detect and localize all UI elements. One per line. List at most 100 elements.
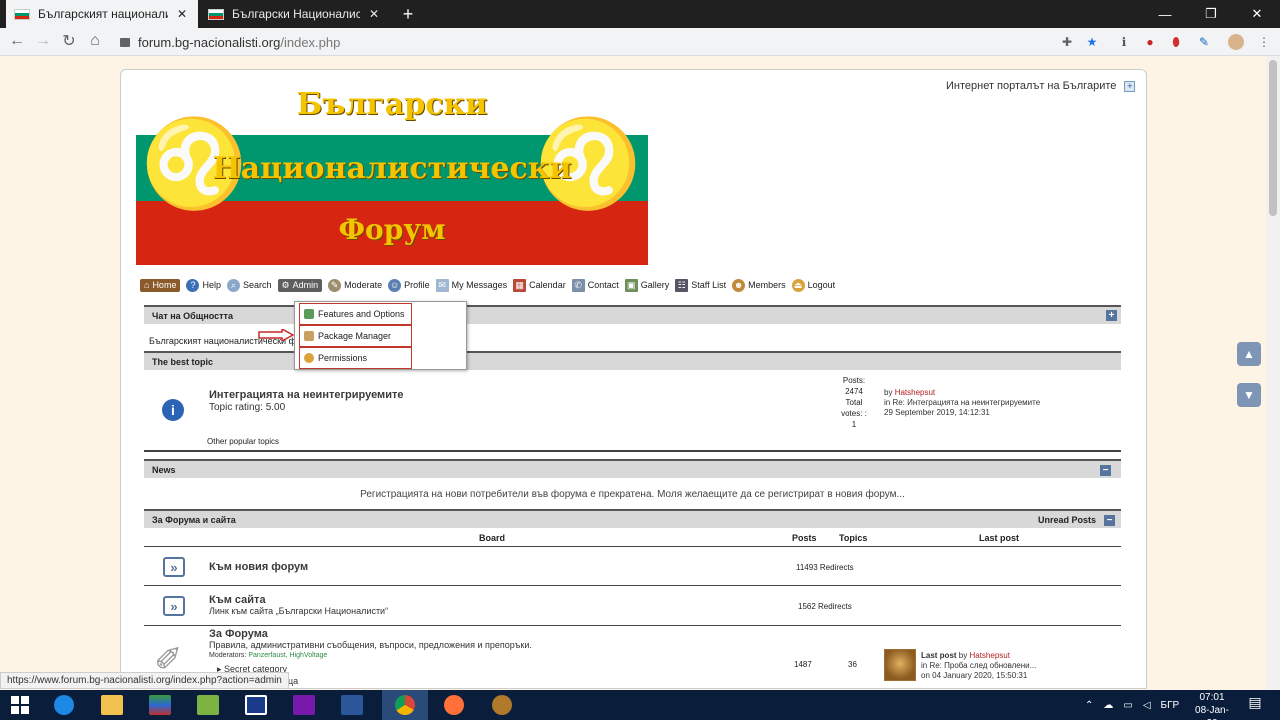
menu-help[interactable]: ? Help [186,278,221,292]
profile-icon: ☺ [388,278,402,292]
notifications-icon[interactable]: ▤ [1244,694,1266,716]
portal-link[interactable]: Интернет порталът на Българите + [946,80,1136,92]
menu-profile[interactable]: ☺ Profile [388,278,430,292]
adblock-extension-icon[interactable]: ● [1142,34,1158,50]
menu-moderate[interactable]: ✎ Moderate [328,278,382,292]
expand-chat-icon[interactable]: + [1106,310,1117,321]
board-name[interactable]: За Форума [209,628,268,640]
minimize-button[interactable]: — [1142,0,1188,28]
collapse-news-icon[interactable]: − [1100,465,1111,476]
url-domain: forum.bg-nacionalisti.org [138,34,281,50]
notepad-taskbar-button[interactable] [188,690,228,720]
uk-taskbar-button[interactable] [236,690,276,720]
app-taskbar-button[interactable] [482,690,522,720]
posts-count: 2474 [845,387,863,396]
network-icon[interactable]: ▭ [1123,700,1132,711]
collapse-category-icon[interactable]: − [1104,515,1115,526]
windows-icon [11,696,29,714]
close-tab-icon[interactable]: ✕ [366,7,382,21]
info-extension-icon[interactable]: ℹ [1116,34,1132,50]
col-posts: Posts [792,533,817,543]
scrollbar-thumb[interactable] [1269,60,1277,216]
chevron-up-icon[interactable]: ⌃ [1085,700,1093,711]
extensions-icon[interactable]: ✚ [1059,34,1075,50]
menu-home[interactable]: ⌂ Home [140,278,181,292]
dropdown-package-manager[interactable]: Package Manager [299,325,412,347]
redirect-icon: » [163,557,185,577]
app-icon [492,695,512,715]
tab-active[interactable]: Българският националистическ ✕ [6,0,198,28]
logout-icon: ⏏ [791,278,805,292]
unread-posts-link[interactable]: Unread Posts [1038,515,1096,525]
opera-extension-icon[interactable]: ⬮ [1168,34,1184,50]
chrome-taskbar-button[interactable] [382,690,428,720]
other-topics-link[interactable]: Other popular topics [207,437,279,446]
menu-admin-label: Admin [292,280,319,290]
winrar-taskbar-button[interactable] [140,690,180,720]
clock-time: 07:01 [1199,692,1225,703]
author-link[interactable]: Hatshepsut [969,651,1009,660]
last-topic-link[interactable]: in Re: Интеграцията на неинтегрируемите [884,398,1040,408]
package-icon [304,331,314,341]
start-button[interactable] [0,690,40,720]
menu-gallery[interactable]: ▣ Gallery [624,278,669,292]
notepad-icon [197,695,219,715]
board-stats: 1562 Redirects [798,602,852,611]
scroll-down-button[interactable]: ▼ [1237,383,1261,407]
menu-dots-icon[interactable]: ⋮ [1256,34,1272,50]
dropdown-features[interactable]: Features and Options [299,303,412,325]
votes-label-1: Total [845,398,863,407]
board-name[interactable]: Към сайта [209,594,266,606]
author-link[interactable]: Hatshepsut [895,388,935,397]
dropdown-permissions[interactable]: Permissions [299,347,412,369]
scroll-up-button[interactable]: ▲ [1237,342,1261,366]
board-name[interactable]: Към новия форум [209,561,308,573]
back-icon[interactable]: ← [6,31,28,51]
divider [144,450,1121,452]
reload-icon[interactable]: ↻ [58,31,80,51]
onedrive-icon[interactable]: ☁ [1103,700,1113,711]
menu-admin[interactable]: ⚙ Admin [277,278,323,292]
restore-button[interactable]: ❐ [1188,0,1234,28]
menu-search[interactable]: ⌕ Search [226,278,272,292]
profile-avatar[interactable] [1228,34,1244,50]
onenote-taskbar-button[interactable] [284,690,324,720]
volume-icon[interactable]: ◁ [1143,700,1151,711]
tab-inactive[interactable]: Български Националистически ✕ [200,0,390,28]
votes-label-2: votes: : [841,409,867,418]
menu-messages[interactable]: ✉ My Messages [435,278,507,292]
board-stats: 11493 Redirects [796,563,854,572]
dropdown-label: Features and Options [318,309,405,319]
bulgaria-flag-icon [208,8,224,20]
moderators-links[interactable]: Panzerfaust, HighVoltage [248,652,327,659]
red-arrow-icon [258,329,294,341]
menu-logout[interactable]: ⏏ Logout [791,278,835,292]
address-bar[interactable]: forum.bg-nacionalisti.org/index.php [110,31,1050,53]
expand-icon[interactable]: + [1124,80,1136,92]
firefox-taskbar-button[interactable] [434,690,474,720]
edit-extension-icon[interactable]: ✎ [1196,34,1212,50]
best-topic-title[interactable]: Интеграцията на неинтегрируемите [209,389,403,401]
menu-contact[interactable]: ✆ Contact [571,278,619,292]
menu-staff[interactable]: ☷ Staff List [675,278,726,292]
votes-count: 1 [851,420,857,429]
language-indicator[interactable]: БГР [1161,700,1180,711]
edge-taskbar-button[interactable] [44,690,84,720]
url-path: /index.php [280,34,341,50]
word-taskbar-button[interactable] [332,690,372,720]
home-icon[interactable]: ⌂ [84,31,106,51]
user-avatar[interactable] [884,649,916,681]
menu-members[interactable]: ☻ Members [732,278,786,292]
system-tray: ⌃ ☁ ▭ ◁ БГР [1085,690,1179,720]
close-tab-icon[interactable]: ✕ [174,7,190,21]
forward-icon[interactable]: → [32,31,54,51]
explorer-taskbar-button[interactable] [92,690,132,720]
last-topic-link[interactable]: in Re: Проба след обновлени... [921,661,1036,671]
close-window-button[interactable]: ✕ [1234,0,1280,28]
dropdown-label: Permissions [318,353,368,363]
menu-calendar[interactable]: ▦ Calendar [513,278,566,292]
clock[interactable]: 07:01 08-Jan-20 [1190,691,1234,720]
tab-title: Българският националистическ [38,7,168,21]
new-tab-button[interactable]: + [398,4,418,24]
bookmark-star-icon[interactable]: ★ [1084,34,1100,50]
